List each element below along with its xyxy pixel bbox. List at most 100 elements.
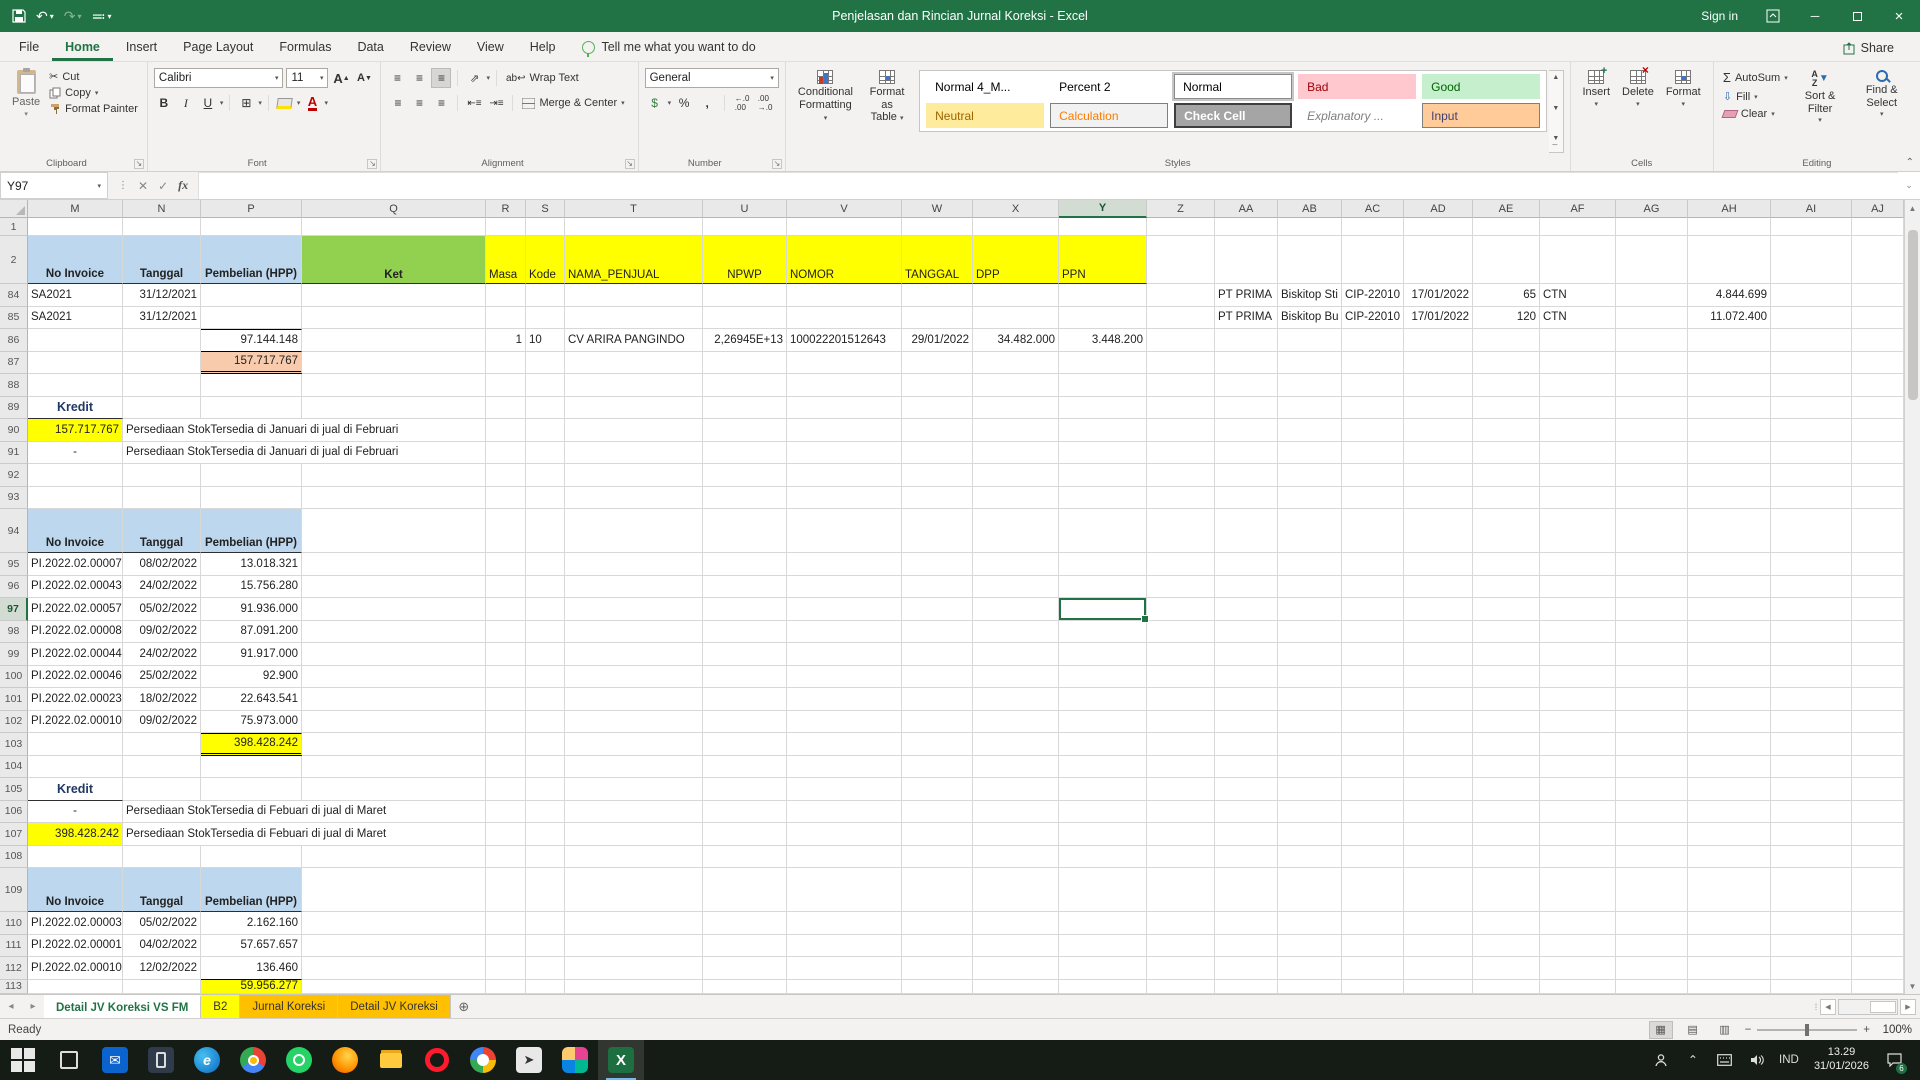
cell-M85[interactable]: SA2021 <box>28 307 123 330</box>
cell-AG113[interactable] <box>1616 980 1688 994</box>
cell-M84[interactable]: SA2021 <box>28 284 123 307</box>
cell-Q108[interactable] <box>302 846 486 869</box>
cell-AE95[interactable] <box>1473 553 1540 576</box>
cell-W85[interactable] <box>902 307 973 330</box>
cell-P1[interactable] <box>201 218 302 236</box>
cell-AF89[interactable] <box>1540 397 1616 420</box>
cell-X85[interactable] <box>973 307 1059 330</box>
cell-AC102[interactable] <box>1342 711 1404 734</box>
cell-AI96[interactable] <box>1771 576 1852 599</box>
cell-AJ91[interactable] <box>1852 442 1904 465</box>
cell-X87[interactable] <box>973 352 1059 375</box>
firefox-taskbar-button[interactable] <box>322 1040 368 1080</box>
cell-AJ104[interactable] <box>1852 756 1904 779</box>
cell-M107[interactable]: 398.428.242 <box>28 823 123 846</box>
cell-AB86[interactable] <box>1278 329 1342 352</box>
align-center-button[interactable]: ≡ <box>409 93 429 113</box>
cell-AI100[interactable] <box>1771 666 1852 689</box>
row-header-111[interactable]: 111 <box>0 935 28 958</box>
cell-AG89[interactable] <box>1616 397 1688 420</box>
speaker-icon[interactable] <box>1742 1040 1772 1080</box>
font-dialog-launcher[interactable]: ↘ <box>367 159 377 169</box>
cell-Q111[interactable] <box>302 935 486 958</box>
cell-V105[interactable] <box>787 778 902 801</box>
cell-T86[interactable]: CV ARIRA PANGINDO <box>565 329 703 352</box>
cell-AH93[interactable] <box>1688 487 1771 510</box>
cell-M96[interactable]: PI.2022.02.00043 <box>28 576 123 599</box>
cell-P89[interactable] <box>201 397 302 420</box>
cell-V88[interactable] <box>787 374 902 397</box>
cell-AC110[interactable] <box>1342 912 1404 935</box>
google-taskbar-button[interactable] <box>460 1040 506 1080</box>
cell-S93[interactable] <box>526 487 565 510</box>
cell-V86[interactable]: 100022201512643 <box>787 329 902 352</box>
sheet-tab-jurnal-koreksi[interactable]: Jurnal Koreksi <box>240 995 338 1018</box>
cell-U86[interactable]: 2,26945E+13 <box>703 329 787 352</box>
cell-AE93[interactable] <box>1473 487 1540 510</box>
cell-M102[interactable]: PI.2022.02.00010 <box>28 711 123 734</box>
cell-S99[interactable] <box>526 643 565 666</box>
cell-Z98[interactable] <box>1147 621 1215 644</box>
cell-S100[interactable] <box>526 666 565 689</box>
cell-AF102[interactable] <box>1540 711 1616 734</box>
cell-N95[interactable]: 08/02/2022 <box>123 553 201 576</box>
cell-T113[interactable] <box>565 980 703 994</box>
cell-X96[interactable] <box>973 576 1059 599</box>
cell-AE86[interactable] <box>1473 329 1540 352</box>
format-as-table-button[interactable]: Format asTable ▾ <box>859 66 915 128</box>
cell-AH107[interactable] <box>1688 823 1771 846</box>
sheet-tab-detail-jv-koreksi[interactable]: Detail JV Koreksi <box>338 995 451 1018</box>
cell-R92[interactable] <box>486 464 526 487</box>
cell-N90[interactable]: Persediaan StokTersedia di Januari di ju… <box>123 419 486 442</box>
cell-R103[interactable] <box>486 733 526 756</box>
cell-X109[interactable] <box>973 868 1059 912</box>
cell-M111[interactable]: PI.2022.02.00001 <box>28 935 123 958</box>
cell-M104[interactable] <box>28 756 123 779</box>
cell-W90[interactable] <box>902 419 973 442</box>
cell-X90[interactable] <box>973 419 1059 442</box>
cell-V106[interactable] <box>787 801 902 824</box>
row-header-103[interactable]: 103 <box>0 733 28 756</box>
cell-AD100[interactable] <box>1404 666 1473 689</box>
cell-V107[interactable] <box>787 823 902 846</box>
cell-AI90[interactable] <box>1771 419 1852 442</box>
cell-AI88[interactable] <box>1771 374 1852 397</box>
cell-P113[interactable]: 59.956.277 <box>201 980 302 994</box>
cell-AA1[interactable] <box>1215 218 1278 236</box>
cell-T100[interactable] <box>565 666 703 689</box>
cell-X1[interactable] <box>973 218 1059 236</box>
cell-S97[interactable] <box>526 598 565 621</box>
name-box[interactable]: Y97 ▾ <box>0 172 108 199</box>
cell-S87[interactable] <box>526 352 565 375</box>
cell-S86[interactable]: 10 <box>526 329 565 352</box>
cell-R113[interactable] <box>486 980 526 994</box>
cell-R94[interactable] <box>486 509 526 553</box>
cell-X86[interactable]: 34.482.000 <box>973 329 1059 352</box>
cell-AF101[interactable] <box>1540 688 1616 711</box>
cell-AI111[interactable] <box>1771 935 1852 958</box>
cell-AG105[interactable] <box>1616 778 1688 801</box>
underline-button[interactable]: U <box>198 93 218 113</box>
cell-AD88[interactable] <box>1404 374 1473 397</box>
cell-AI108[interactable] <box>1771 846 1852 869</box>
cell-AF100[interactable] <box>1540 666 1616 689</box>
borders-button[interactable]: ⊞ <box>236 93 256 113</box>
cell-AB1[interactable] <box>1278 218 1342 236</box>
cell-AF113[interactable] <box>1540 980 1616 994</box>
row-header-1[interactable]: 1 <box>0 218 28 236</box>
cell-V95[interactable] <box>787 553 902 576</box>
cell-AC2[interactable] <box>1342 236 1404 284</box>
cell-Y94[interactable] <box>1059 509 1147 553</box>
cell-T102[interactable] <box>565 711 703 734</box>
cell-Z96[interactable] <box>1147 576 1215 599</box>
scroll-right-icon[interactable]: ▶ <box>1900 999 1916 1015</box>
cell-U90[interactable] <box>703 419 787 442</box>
collapse-ribbon-button[interactable]: ⌃ <box>1906 157 1914 168</box>
cell-AB92[interactable] <box>1278 464 1342 487</box>
cell-AJ110[interactable] <box>1852 912 1904 935</box>
styles-gallery-scroll[interactable]: ▲ ▼ ▼─ <box>1549 70 1563 153</box>
cell-Y85[interactable] <box>1059 307 1147 330</box>
column-header-V[interactable]: V <box>787 200 902 218</box>
cell-Z92[interactable] <box>1147 464 1215 487</box>
cell-AF85[interactable]: CTN <box>1540 307 1616 330</box>
